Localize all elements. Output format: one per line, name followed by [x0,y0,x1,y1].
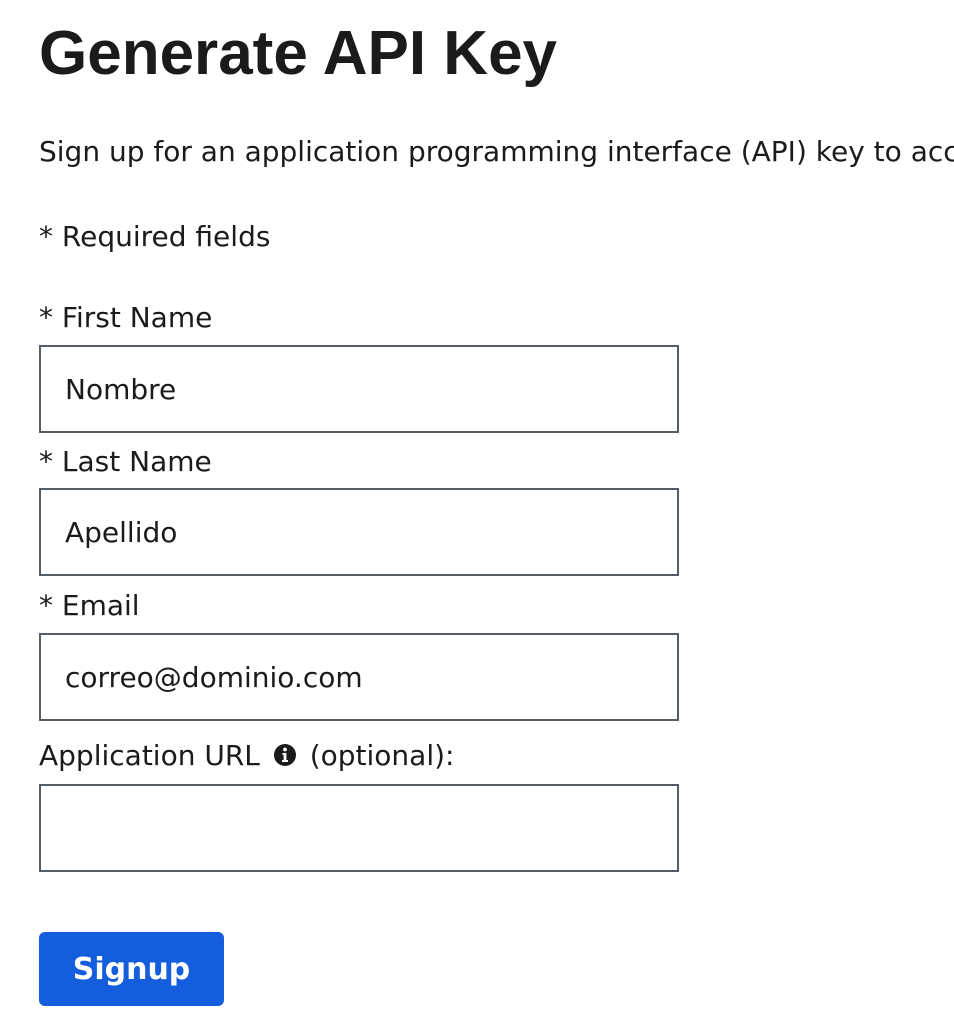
application-url-label: Application URL (optional): [39,736,454,776]
email-label: * Email [39,589,140,622]
first-name-input[interactable] [39,345,679,433]
application-url-input[interactable] [39,784,679,872]
first-name-label: * First Name [39,301,213,334]
signup-button[interactable]: Signup [39,932,224,1006]
application-url-label-text: Application URL [39,739,260,772]
intro-text: Sign up for an application programming i… [39,135,954,168]
info-circle-icon[interactable] [273,738,297,766]
last-name-label: * Last Name [39,445,212,478]
required-fields-note: * Required fields [39,220,271,253]
page-title: Generate API Key [39,19,558,88]
application-url-optional-text: (optional): [309,739,455,772]
last-name-input[interactable] [39,488,679,576]
email-input[interactable] [39,633,679,721]
api-key-page: Generate API Key Sign up for an applicat… [0,0,954,1030]
